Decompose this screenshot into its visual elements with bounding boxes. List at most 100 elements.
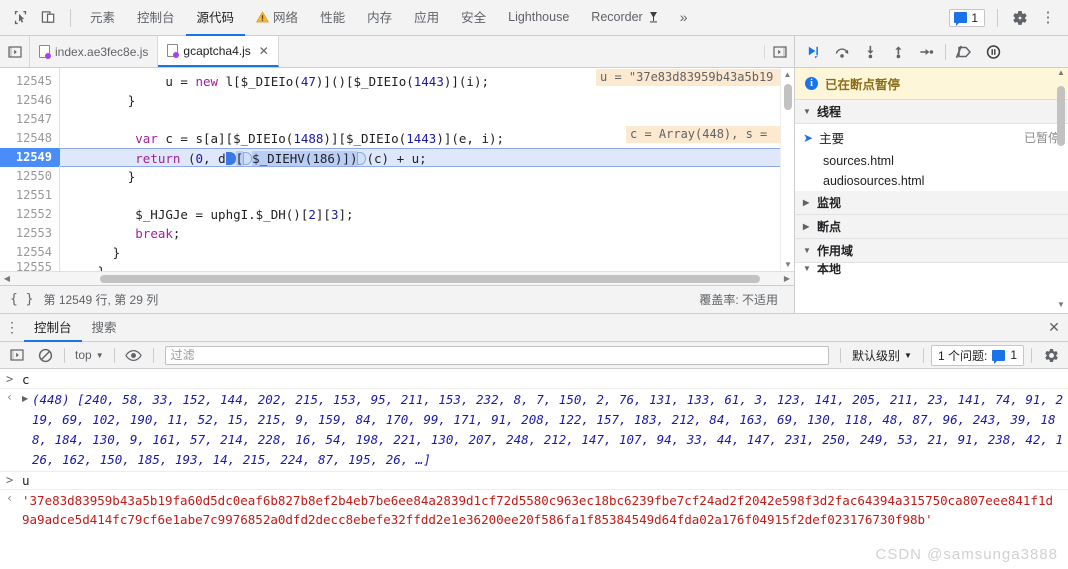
pretty-print-icon[interactable]: { } [10,292,33,307]
console-output[interactable]: > c ‹ ▶ (448) [240, 58, 33, 152, 144, 20… [0,369,1068,569]
issues-counter-button[interactable]: 1 [949,8,985,27]
code-line[interactable]: break; [60,224,794,243]
step-into-button[interactable] [857,39,883,65]
js-file-icon [39,45,51,59]
step-over-button[interactable] [829,39,855,65]
code-line[interactable]: } [60,91,794,110]
line-number[interactable]: 12551 [0,186,59,205]
section-breakpoints[interactable]: ▶ 断点 [795,215,1068,239]
line-number[interactable]: 12552 [0,205,59,224]
more-tabs-label: » [679,8,688,25]
scroll-left-icon[interactable]: ◀ [0,274,14,283]
hscroll-track[interactable] [14,274,780,283]
code-line-current[interactable]: return (0, d[$_DIEHV(186)]) (c) + u; [60,148,794,167]
drawer-tab-bar: ⋮ 控制台 搜索 ✕ [0,314,1068,342]
code-line-clipped[interactable]: } [60,262,794,271]
tab-console[interactable]: 控制台 [126,0,186,36]
console-filter-input[interactable] [164,345,830,365]
tab-network-label: 网络 [273,11,299,25]
expand-array-icon[interactable]: ▶ [22,390,32,403]
drawer-close-icon[interactable]: ✕ [1040,319,1068,336]
step-button[interactable] [913,39,939,65]
live-expression-icon[interactable] [122,344,146,366]
debugger-scroll-up-icon[interactable]: ▲ [1054,68,1068,81]
debugger-scroll-thumb[interactable] [1057,86,1065,146]
execution-context-selector[interactable]: top ▼ [72,348,107,362]
line-number[interactable]: 12545 [0,72,59,91]
console-toolbar-divider-2 [113,347,115,363]
line-number[interactable]: 12550 [0,167,59,186]
tab-lighthouse[interactable]: Lighthouse [497,0,580,36]
pause-on-exceptions-button[interactable] [980,39,1006,65]
tab-security[interactable]: 安全 [450,0,497,36]
code-line[interactable]: } [60,243,794,262]
scroll-down-icon[interactable]: ▼ [781,258,794,271]
debugger-scroll-down-icon[interactable]: ▼ [1054,300,1068,313]
close-icon[interactable]: ✕ [259,44,269,58]
tab-sources[interactable]: 源代码 [185,0,246,36]
section-watch[interactable]: ▶ 监视 [795,191,1068,215]
drawer-kebab-menu-icon[interactable]: ⋮ [0,319,24,336]
more-tabs-button[interactable]: » [669,0,699,36]
code-line[interactable]: } [60,167,794,186]
editor-vertical-scrollbar[interactable]: ▲ ▼ [780,68,794,271]
thread-row-main[interactable]: ➤ 主要 已暂停 [795,124,1068,151]
section-scope[interactable]: ▼ 作用域 [795,239,1068,263]
console-input-row-2[interactable]: > u [0,472,1068,490]
code-lines[interactable]: u = new l[$_DIEIo(47)]()[$_DIEIo(1443)](… [60,68,794,271]
line-number[interactable]: 12548 [0,129,59,148]
line-number[interactable]: 12547 [0,110,59,129]
section-threads[interactable]: ▼ 线程 [795,100,1068,124]
file-tab-gcaptcha4[interactable]: gcaptcha4.js ✕ [158,36,279,67]
hscroll-thumb[interactable] [100,274,760,283]
editor-horizontal-scrollbar[interactable]: ◀ ▶ [0,271,794,285]
line-number[interactable]: 12553 [0,224,59,243]
drawer-tab-console[interactable]: 控制台 [24,314,82,342]
section-local[interactable]: ▼ 本地 [795,263,1068,276]
tab-performance[interactable]: 性能 [309,0,356,36]
inspect-cursor-icon[interactable] [6,4,34,32]
code-editor[interactable]: 12545 12546 12547 12548 12549 12550 1255… [0,68,794,271]
editor-scroll-thumb[interactable] [784,84,792,110]
tab-elements[interactable]: 元素 [79,0,126,36]
step-out-button[interactable] [885,39,911,65]
console-result-row-string[interactable]: ‹ '37e83d83959b43a5b19fa60d5dc0eaf6b827b… [0,490,1068,530]
console-sidebar-icon[interactable] [5,344,29,366]
deactivate-breakpoints-button[interactable] [952,39,978,65]
kebab-menu-icon[interactable]: ⋮ [1034,4,1062,32]
scroll-up-icon[interactable]: ▲ [781,68,794,81]
line-number[interactable]: 12555 [0,262,59,271]
line-number[interactable]: 12554 [0,243,59,262]
line-number[interactable]: 12546 [0,91,59,110]
console-issues-button[interactable]: 1 个问题: 1 [930,344,1024,366]
tab-performance-label: 性能 [320,11,346,25]
tab-network[interactable]: 网络 [245,0,309,36]
call-frame-sources[interactable]: sources.html [795,151,1068,171]
file-tab-index[interactable]: index.ae3fec8e.js [30,36,159,67]
tab-recorder[interactable]: Recorder [580,0,668,36]
code-line[interactable] [60,186,794,205]
devtools-main-toolbar: 元素 控制台 源代码 网络 性能 内存 应用 安全 Lighthouse Rec… [0,0,1068,36]
line-number-gutter[interactable]: 12545 12546 12547 12548 12549 12550 1255… [0,68,68,271]
call-frame-audiosources[interactable]: audiosources.html [795,171,1068,191]
console-string-value: '37e83d83959b43a5b19fa60d5dc0eaf6b827b8e… [22,493,1054,527]
drawer-tab-search[interactable]: 搜索 [82,314,127,342]
show-debugger-icon[interactable] [764,44,794,59]
line-number-current[interactable]: 12549 [0,148,68,167]
code-line[interactable]: $_HJGJe = uphgI.$_DH()[2][3]; [60,205,794,224]
chevron-down-icon: ▼ [803,107,811,116]
console-input-row[interactable]: > c [0,371,1068,389]
breakpoint-chevron-icon [225,152,236,165]
scroll-right-icon[interactable]: ▶ [780,274,794,283]
gear-icon[interactable] [1006,4,1034,32]
debugger-scrollbar[interactable]: ▲ ▼ [1054,68,1068,313]
console-level-selector[interactable]: 默认级别 ▼ [848,347,916,364]
console-gear-icon[interactable] [1039,344,1063,366]
device-toolbar-icon[interactable] [34,4,62,32]
resume-button[interactable] [801,39,827,65]
clear-console-icon[interactable] [33,344,57,366]
console-result-row-array[interactable]: ‹ ▶ (448) [240, 58, 33, 152, 144, 202, 2… [0,389,1068,472]
show-navigator-icon[interactable] [0,36,30,67]
tab-application[interactable]: 应用 [403,0,450,36]
tab-memory[interactable]: 内存 [356,0,403,36]
